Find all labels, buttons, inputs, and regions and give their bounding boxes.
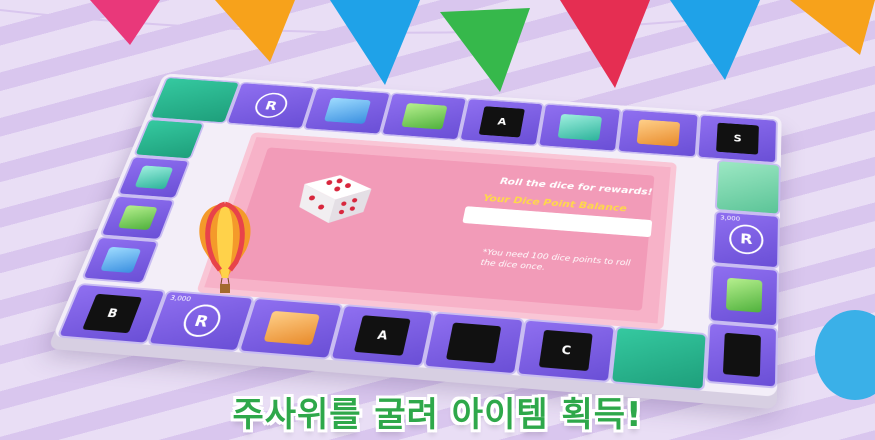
item-pack-icon <box>100 246 142 274</box>
game-board-wrap: Roll the dice for rewards! Your Dice Poi… <box>0 0 875 440</box>
board-tile-top <box>302 86 392 136</box>
board-tile-left <box>116 155 191 200</box>
item-pack-icon <box>401 102 448 130</box>
item-card: A <box>353 314 411 357</box>
roll-prompt: Roll the dice for rewards! <box>499 175 654 198</box>
board-tile-top <box>616 108 700 159</box>
reward-panel-inner: Roll the dice for rewards! Your Dice Poi… <box>224 147 655 311</box>
item-pack-icon <box>725 277 763 313</box>
board-tile-bottom: C <box>515 318 616 384</box>
board-tile-bottom <box>237 296 345 360</box>
item-pack-icon <box>134 165 174 190</box>
reward-amount: 3,000 <box>169 294 193 304</box>
board-tile-right <box>704 321 779 389</box>
item-pack-icon <box>557 113 603 142</box>
reward-amount: 3,000 <box>720 213 741 223</box>
item-card: A <box>478 105 525 138</box>
board-tile-bottom <box>609 325 708 391</box>
item-pack-icon <box>636 119 681 147</box>
board-tile-right: 3,000 R <box>711 210 780 270</box>
board-tile-right <box>714 159 781 215</box>
hot-air-balloon-icon <box>199 201 251 293</box>
caption-subtitle: 주사위를 굴려 아이템 획득! <box>232 395 643 435</box>
item-pack-icon <box>117 205 158 231</box>
board-tile-top: R <box>225 81 317 130</box>
dice-icon[interactable] <box>282 166 381 230</box>
board-tile-top: S <box>696 113 778 164</box>
board-tile-top <box>537 103 622 153</box>
game-board: Roll the dice for rewards! Your Dice Poi… <box>52 73 782 397</box>
reward-coin-icon: R <box>728 223 764 256</box>
board-tile-left <box>80 236 160 285</box>
board-tile-left <box>99 194 176 241</box>
reward-coin-icon: R <box>178 303 225 339</box>
board-tile-right <box>708 263 780 327</box>
item-card: C <box>539 329 593 372</box>
reward-coin-icon: R <box>251 91 291 119</box>
item-pack-icon <box>263 310 320 346</box>
item-card: B <box>81 293 143 334</box>
item-pack-icon <box>323 97 372 125</box>
dice-cost-note: *You need 100 dice points to roll the di… <box>479 248 631 273</box>
board-tile-top: A <box>458 97 545 147</box>
item-card <box>722 332 761 377</box>
board-tile-bottom <box>422 311 525 376</box>
board-tile-bottom: A <box>329 304 435 368</box>
item-card: S <box>716 122 759 155</box>
board-tile-left <box>133 118 206 161</box>
board-tile-top <box>380 92 468 141</box>
item-card <box>446 322 502 364</box>
